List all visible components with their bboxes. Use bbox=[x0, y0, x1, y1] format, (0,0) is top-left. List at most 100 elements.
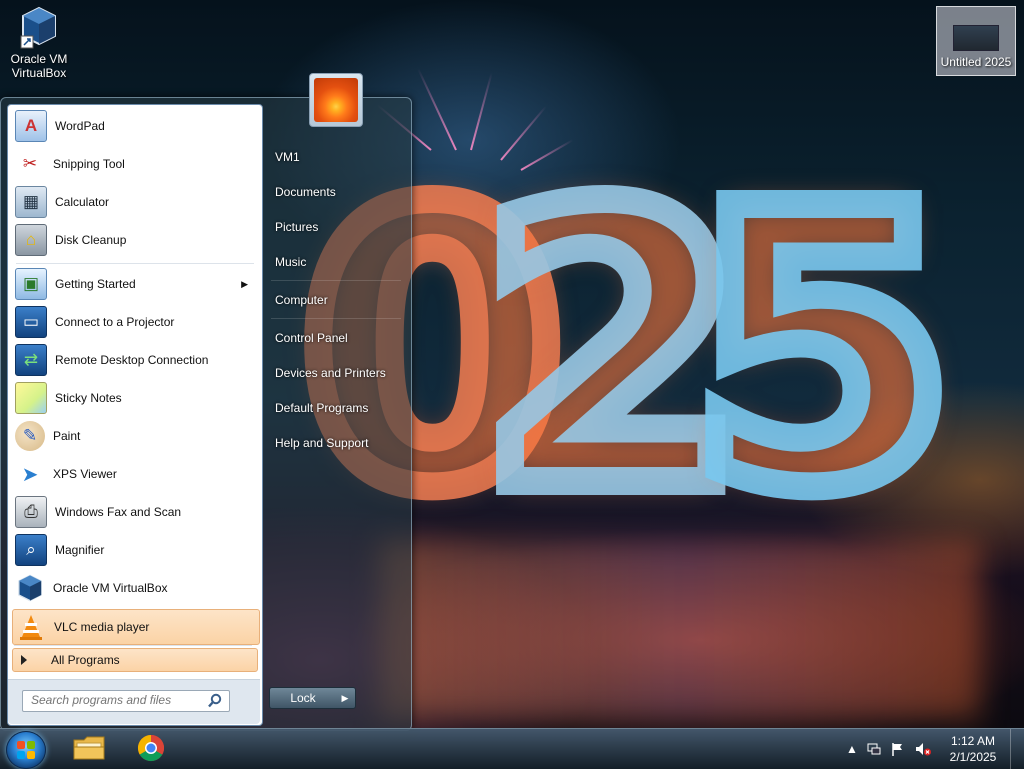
network-icon[interactable] bbox=[866, 741, 882, 757]
program-label: Remote Desktop Connection bbox=[55, 353, 209, 367]
program-label: Calculator bbox=[55, 195, 110, 209]
program-item-vlc-media-player[interactable]: VLC media player bbox=[12, 609, 260, 645]
taskbar-chrome-button[interactable] bbox=[124, 731, 178, 767]
flower-avatar-icon bbox=[314, 78, 358, 122]
virtualbox-cube-icon bbox=[15, 573, 45, 603]
program-item-magnifier[interactable]: ⌕ Magnifier bbox=[12, 533, 258, 567]
start-menu: A WordPad ✂ Snipping Tool ▦ Calculator ⌂… bbox=[0, 73, 412, 731]
right-item-label: VM1 bbox=[275, 150, 300, 164]
program-label: VLC media player bbox=[54, 620, 150, 634]
vlc-cone-icon bbox=[16, 612, 46, 642]
wallpaper-digit-5: 5 bbox=[676, 128, 968, 571]
action-center-flag-icon[interactable] bbox=[890, 741, 906, 757]
program-label: Getting Started bbox=[55, 277, 136, 291]
start-right-item-devices-and-printers[interactable]: Devices and Printers bbox=[267, 360, 403, 386]
scissors-icon: ✂ bbox=[22, 154, 38, 173]
right-item-label: Default Programs bbox=[275, 401, 369, 415]
show-desktop-button[interactable] bbox=[1010, 729, 1024, 769]
right-item-label: Documents bbox=[275, 185, 336, 199]
start-right-item-vm1[interactable]: VM1 bbox=[267, 144, 403, 170]
clock-date: 2/1/2025 bbox=[949, 750, 997, 764]
right-item-label: Control Panel bbox=[275, 331, 348, 345]
start-right-item-control-panel[interactable]: Control Panel bbox=[267, 325, 403, 351]
chrome-icon bbox=[136, 733, 166, 766]
program-item-getting-started[interactable]: ▣ Getting Started ▶ bbox=[12, 267, 258, 301]
program-label: Connect to a Projector bbox=[55, 315, 175, 329]
lock-label: Lock bbox=[290, 691, 316, 705]
right-item-label: Devices and Printers bbox=[275, 366, 386, 380]
program-label: WordPad bbox=[55, 119, 105, 133]
desktop-icon-untitled-2025[interactable]: Untitled 2025 bbox=[936, 6, 1016, 76]
start-right-item-music[interactable]: Music bbox=[267, 249, 403, 275]
xps-viewer-icon: ➤ bbox=[21, 463, 39, 486]
clock-time: 1:12 AM bbox=[950, 734, 996, 748]
taskbar: ▲ 1:12 AM 2/1/2025 bbox=[0, 728, 1024, 769]
separator bbox=[16, 263, 254, 264]
separator bbox=[14, 645, 252, 646]
program-item-paint[interactable]: ✎ Paint bbox=[12, 419, 258, 453]
right-item-label: Music bbox=[275, 255, 307, 269]
triangle-right-icon: ▶ bbox=[341, 692, 349, 703]
desktop-icon-label: Oracle VM bbox=[10, 52, 68, 66]
start-right-item-help-and-support[interactable]: Help and Support bbox=[267, 430, 403, 456]
search-box bbox=[22, 690, 230, 712]
paint-palette-icon: ✎ bbox=[15, 421, 45, 451]
separator bbox=[271, 318, 401, 319]
program-label: Paint bbox=[53, 429, 81, 443]
start-menu-programs-pane: A WordPad ✂ Snipping Tool ▦ Calculator ⌂… bbox=[7, 104, 263, 726]
start-right-item-pictures[interactable]: Pictures bbox=[267, 214, 403, 240]
search-area bbox=[8, 679, 260, 724]
start-right-item-documents[interactable]: Documents bbox=[267, 179, 403, 205]
program-item-snipping-tool[interactable]: ✂ Snipping Tool bbox=[12, 147, 258, 181]
magnifier-icon: ⌕ bbox=[15, 534, 47, 566]
program-label: Snipping Tool bbox=[53, 157, 125, 171]
calculator-icon: ▦ bbox=[15, 186, 47, 218]
program-item-sticky-notes[interactable]: Sticky Notes bbox=[12, 381, 258, 415]
all-programs-button[interactable]: All Programs bbox=[12, 648, 258, 672]
remote-desktop-icon: ⇄ bbox=[15, 344, 47, 376]
program-label: Oracle VM VirtualBox bbox=[53, 581, 168, 595]
lock-button[interactable]: Lock bbox=[269, 687, 337, 709]
desktop-icon-label: Untitled 2025 bbox=[940, 55, 1012, 69]
virtualbox-cube-icon bbox=[19, 6, 59, 50]
program-item-disk-cleanup[interactable]: ⌂ Disk Cleanup bbox=[12, 223, 258, 257]
getting-started-icon: ▣ bbox=[15, 268, 47, 300]
windows-logo-icon bbox=[17, 741, 35, 759]
triangle-right-icon bbox=[21, 655, 27, 665]
taskbar-file-explorer-button[interactable] bbox=[62, 731, 116, 767]
program-item-windows-fax-and-scan[interactable]: ⎙ Windows Fax and Scan bbox=[12, 495, 258, 529]
volume-muted-icon[interactable] bbox=[914, 741, 931, 757]
program-item-connect-to-projector[interactable]: ▭ Connect to a Projector bbox=[12, 305, 258, 339]
all-programs-label: All Programs bbox=[51, 653, 120, 667]
projector-icon: ▭ bbox=[15, 306, 47, 338]
start-right-item-computer[interactable]: Computer bbox=[267, 287, 403, 313]
disk-cleanup-icon: ⌂ bbox=[15, 224, 47, 256]
system-clock[interactable]: 1:12 AM 2/1/2025 bbox=[940, 733, 1006, 765]
fax-icon: ⎙ bbox=[15, 496, 47, 528]
program-item-calculator[interactable]: ▦ Calculator bbox=[12, 185, 258, 219]
start-right-item-default-programs[interactable]: Default Programs bbox=[267, 395, 403, 421]
user-picture[interactable] bbox=[309, 73, 363, 127]
desktop-icon-virtualbox[interactable]: Oracle VM VirtualBox bbox=[4, 6, 74, 80]
search-icon[interactable] bbox=[207, 693, 223, 709]
wordpad-icon: A bbox=[15, 110, 47, 142]
program-label: Magnifier bbox=[55, 543, 105, 557]
image-thumbnail-icon bbox=[953, 25, 999, 51]
program-label: XPS Viewer bbox=[53, 467, 117, 481]
right-item-label: Pictures bbox=[275, 220, 319, 234]
wallpaper-reflection bbox=[380, 540, 980, 720]
program-label: Disk Cleanup bbox=[55, 233, 127, 247]
start-button[interactable] bbox=[6, 731, 46, 769]
right-item-label: Help and Support bbox=[275, 436, 369, 450]
program-label: Windows Fax and Scan bbox=[55, 505, 182, 519]
right-item-label: Computer bbox=[275, 293, 328, 307]
program-label: Sticky Notes bbox=[55, 391, 122, 405]
program-item-xps-viewer[interactable]: ➤ XPS Viewer bbox=[12, 457, 258, 491]
program-item-wordpad[interactable]: A WordPad bbox=[12, 109, 258, 143]
show-hidden-icons-chevron-icon[interactable]: ▲ bbox=[844, 741, 860, 757]
shutdown-options-arrow-button[interactable]: ▶ bbox=[335, 687, 356, 709]
program-item-remote-desktop[interactable]: ⇄ Remote Desktop Connection bbox=[12, 343, 258, 377]
program-item-oracle-vm-virtualbox[interactable]: Oracle VM VirtualBox bbox=[12, 571, 258, 605]
search-input[interactable] bbox=[23, 691, 211, 709]
sticky-notes-icon bbox=[15, 382, 47, 414]
